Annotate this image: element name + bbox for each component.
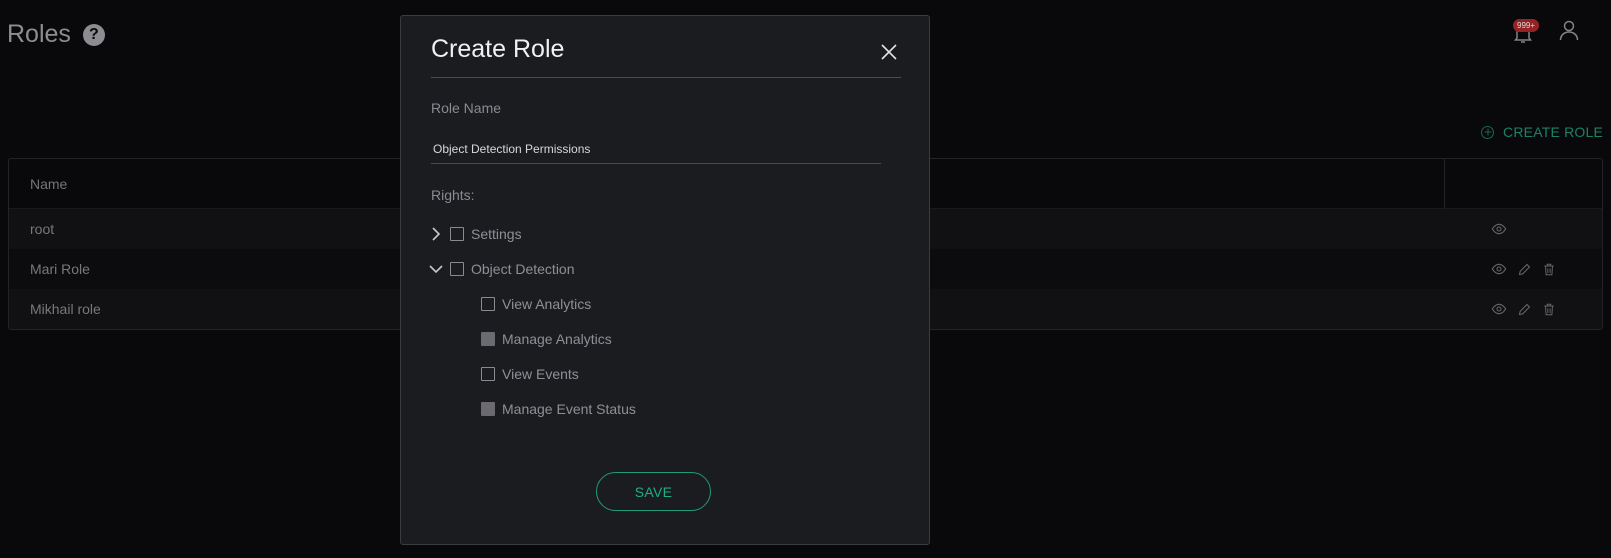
chevron-down-icon[interactable]	[429, 262, 443, 276]
right-label: Object Detection	[471, 261, 575, 277]
right-label: Manage Event Status	[502, 401, 636, 417]
chevron-right-icon[interactable]	[429, 227, 443, 241]
right-label: Manage Analytics	[502, 331, 612, 347]
right-item-manage-analytics[interactable]: Manage Analytics	[481, 331, 612, 347]
right-label: Settings	[471, 226, 522, 242]
dialog-title: Create Role	[431, 35, 565, 63]
right-label: View Events	[502, 366, 579, 382]
right-item-view-events[interactable]: View Events	[481, 366, 579, 382]
checkbox[interactable]	[481, 297, 495, 311]
right-label: View Analytics	[502, 296, 592, 312]
role-name-label: Role Name	[431, 100, 502, 116]
right-item-settings[interactable]: Settings	[429, 226, 522, 242]
checkbox[interactable]	[450, 262, 464, 276]
role-name-input[interactable]	[431, 134, 881, 164]
right-item-view-analytics[interactable]: View Analytics	[481, 296, 591, 312]
title-divider	[431, 77, 901, 78]
rights-label: Rights:	[431, 187, 475, 203]
create-role-dialog: Create Role Role Name Rights: Settings O…	[400, 15, 930, 545]
checkbox[interactable]	[481, 367, 495, 381]
checkbox-checked[interactable]	[481, 402, 495, 416]
close-icon	[881, 44, 897, 60]
checkbox-checked[interactable]	[481, 332, 495, 346]
right-item-object-detection[interactable]: Object Detection	[429, 261, 575, 277]
checkbox[interactable]	[450, 227, 464, 241]
save-button[interactable]: SAVE	[596, 472, 711, 511]
close-button[interactable]	[879, 42, 899, 62]
roles-page: Roles ? 999+ CREATE ROLE Name root Mari …	[0, 0, 1611, 558]
right-item-manage-event-status[interactable]: Manage Event Status	[481, 401, 636, 417]
